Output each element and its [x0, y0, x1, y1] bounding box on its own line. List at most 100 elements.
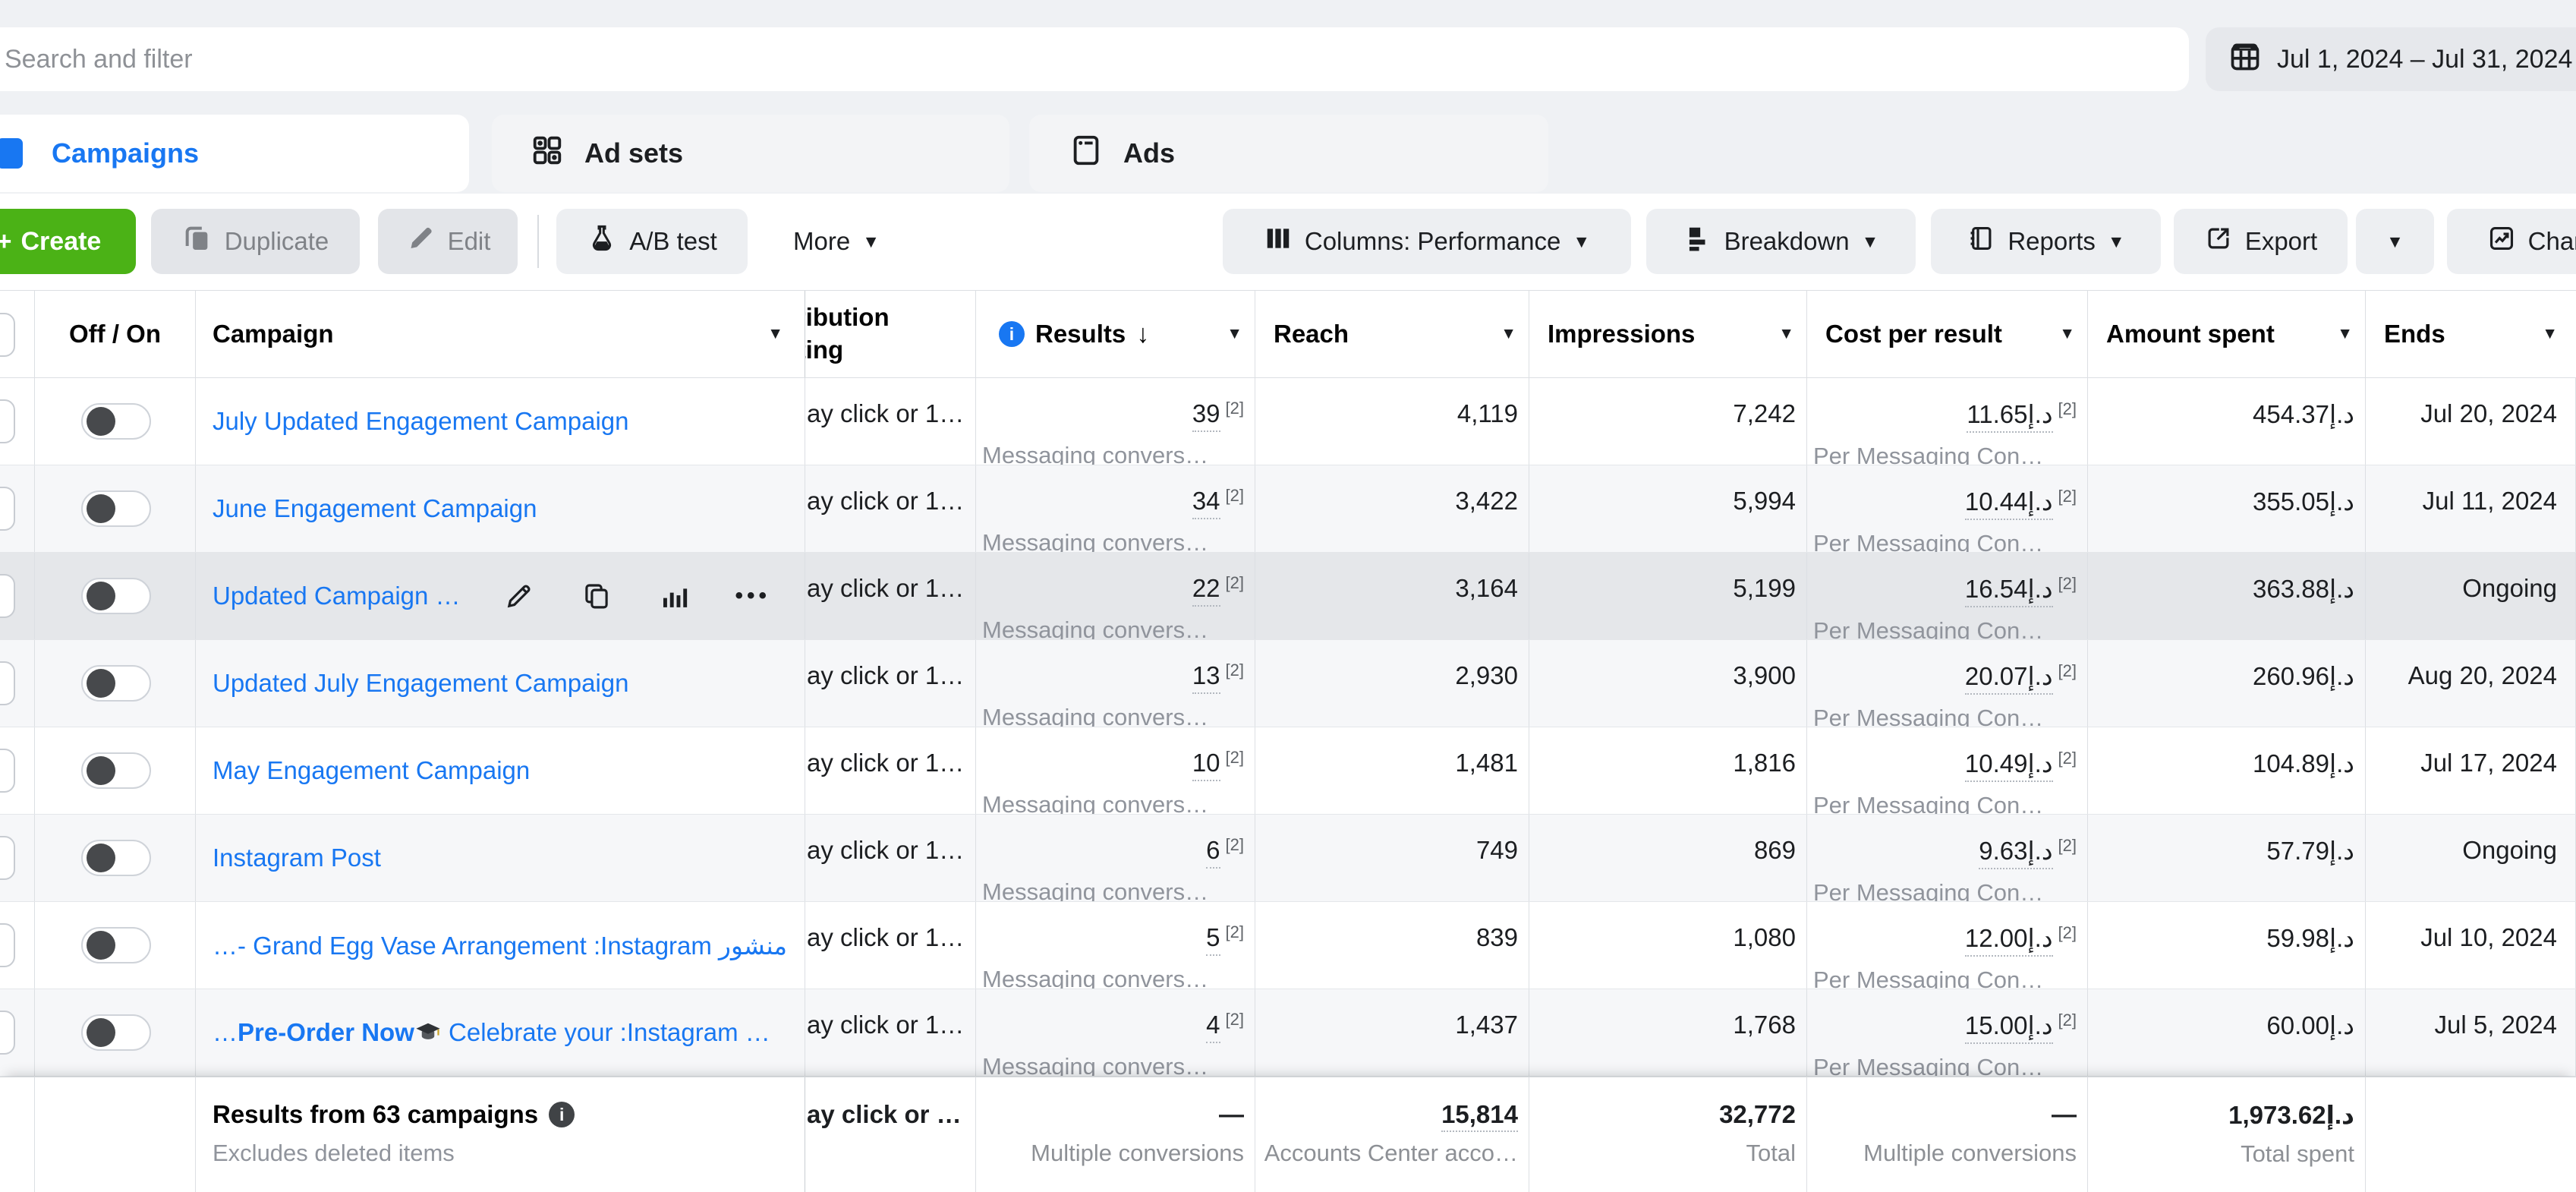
table-row: May Engagement Campaign ay click or 1… 1… — [0, 727, 2576, 815]
results-value[interactable]: 34 — [1192, 487, 1220, 519]
create-label: Create — [21, 227, 102, 257]
row-results-cell: 6[2] Messaging convers… — [976, 815, 1255, 901]
results-value[interactable]: 10 — [1192, 749, 1220, 781]
sort-caret-icon[interactable]: ▼ — [767, 325, 783, 343]
row-checkbox[interactable] — [0, 836, 15, 880]
summary-spent-cell: 1,973.62د.إ Total spent — [2088, 1077, 2366, 1192]
cost-value[interactable]: 15.00د.إ — [1965, 1011, 2053, 1044]
row-checkbox-cell[interactable] — [0, 553, 35, 639]
info-icon[interactable]: i — [549, 1102, 575, 1127]
sort-caret-icon[interactable]: ▼ — [2337, 325, 2353, 343]
campaign-off-toggle[interactable] — [81, 578, 151, 614]
campaign-off-toggle[interactable] — [81, 490, 151, 527]
sort-caret-icon[interactable]: ▼ — [2059, 325, 2075, 343]
cost-value[interactable]: 10.49د.إ — [1965, 749, 2053, 782]
row-checkbox[interactable] — [0, 923, 15, 967]
header-impressions[interactable]: Impressions▼ — [1529, 291, 1807, 377]
campaign-link[interactable]: Updated July Engagement Campaign — [213, 669, 629, 698]
row-checkbox-cell[interactable] — [0, 727, 35, 814]
campaign-link[interactable]: May Engagement Campaign — [213, 756, 530, 785]
ab-test-label: A/B test — [629, 227, 717, 256]
view-charts-icon[interactable] — [658, 580, 690, 612]
columns-button[interactable]: Columns: Performance ▼ — [1223, 209, 1631, 274]
header-amount-spent[interactable]: Amount spent▼ — [2088, 291, 2366, 377]
edit-pencil-icon[interactable] — [503, 580, 535, 612]
campaign-off-toggle[interactable] — [81, 752, 151, 789]
results-value[interactable]: 6 — [1206, 836, 1220, 869]
campaign-link[interactable]: Updated Campaign … — [213, 582, 461, 610]
search-placeholder: Search and filter — [5, 45, 193, 74]
more-button[interactable]: More ▼ — [776, 209, 897, 274]
cost-value[interactable]: 20.07د.إ — [1965, 661, 2053, 695]
row-checkbox-cell[interactable] — [0, 902, 35, 989]
select-all-checkbox[interactable] — [0, 313, 15, 357]
info-icon[interactable]: i — [999, 321, 1025, 347]
export-options-button[interactable]: ▼ — [2356, 209, 2434, 274]
charts-button[interactable]: Chart — [2447, 209, 2576, 274]
row-checkbox[interactable] — [0, 1011, 15, 1055]
sort-caret-icon[interactable]: ▼ — [1501, 325, 1516, 343]
row-checkbox[interactable] — [0, 399, 15, 443]
duplicate-button[interactable]: Duplicate — [151, 209, 360, 274]
chart-icon — [2487, 224, 2516, 259]
row-campaign-cell: …Pre-Order Now Celebrate your :Instagram… — [196, 989, 805, 1076]
results-value[interactable]: 4 — [1206, 1011, 1220, 1043]
sort-caret-icon[interactable]: ▼ — [1227, 325, 1242, 343]
header-attribution-setting[interactable]: Attribution setting — [805, 291, 976, 377]
export-icon — [2204, 224, 2233, 259]
row-checkbox-cell[interactable] — [0, 989, 35, 1076]
cost-value[interactable]: 16.54د.إ — [1965, 574, 2053, 607]
more-options-icon[interactable]: ••• — [735, 583, 771, 609]
cost-value[interactable]: 10.44د.إ — [1965, 487, 2053, 520]
tab-campaigns[interactable]: Campaigns — [0, 115, 469, 192]
search-input[interactable]: Search and filter — [0, 27, 2189, 91]
tab-ad-sets[interactable]: Ad sets — [492, 115, 1009, 192]
campaign-off-toggle[interactable] — [81, 840, 151, 876]
header-reach[interactable]: Reach▼ — [1255, 291, 1529, 377]
row-checkbox-cell[interactable] — [0, 815, 35, 901]
campaign-link[interactable]: Instagram Post — [213, 844, 381, 872]
row-checkbox[interactable] — [0, 749, 15, 793]
sort-caret-icon[interactable]: ▼ — [2542, 325, 2558, 343]
cost-value[interactable]: 12.00د.إ — [1965, 923, 2053, 957]
header-campaign[interactable]: Campaign ▼ — [196, 291, 805, 377]
tab-ads[interactable]: Ads — [1029, 115, 1548, 192]
campaign-off-toggle[interactable] — [81, 1014, 151, 1051]
header-ends[interactable]: Ends▼ — [2366, 291, 2576, 377]
results-value[interactable]: 22 — [1192, 574, 1220, 607]
reports-button[interactable]: Reports ▼ — [1931, 209, 2161, 274]
row-checkbox[interactable] — [0, 487, 15, 531]
campaign-link[interactable]: …- Grand Egg Vase Arrangement :Instagram… — [213, 931, 787, 960]
campaign-off-toggle[interactable] — [81, 927, 151, 963]
row-checkbox[interactable] — [0, 661, 15, 705]
ab-test-button[interactable]: A/B test — [556, 209, 748, 274]
header-off-on: Off / On — [35, 291, 196, 377]
header-results[interactable]: i Results ↓ ▼ — [976, 291, 1255, 377]
header-select-all[interactable] — [0, 291, 35, 377]
row-checkbox-cell[interactable] — [0, 378, 35, 465]
export-button[interactable]: Export — [2174, 209, 2348, 274]
results-value[interactable]: 13 — [1192, 661, 1220, 694]
row-attribution-cell: ay click or 1… — [805, 553, 976, 639]
campaign-link[interactable]: June Engagement Campaign — [213, 494, 537, 523]
row-checkbox[interactable] — [0, 574, 15, 618]
date-range-button[interactable]: Jul 1, 2024 – Jul 31, 2024 — [2206, 27, 2576, 91]
campaign-link[interactable]: …Pre-Order Now Celebrate your :Instagram… — [213, 1018, 770, 1047]
create-button[interactable]: + Create — [0, 209, 136, 274]
row-results-cell: 34[2] Messaging convers… — [976, 465, 1255, 552]
campaign-link[interactable]: July Updated Engagement Campaign — [213, 407, 629, 436]
campaign-off-toggle[interactable] — [81, 403, 151, 440]
cost-value[interactable]: 9.63د.إ — [1979, 836, 2052, 869]
cost-value[interactable]: 11.65د.إ — [1967, 399, 2052, 433]
row-checkbox-cell[interactable] — [0, 465, 35, 552]
results-value[interactable]: 5 — [1206, 923, 1220, 956]
campaign-off-toggle[interactable] — [81, 665, 151, 702]
row-campaign-cell: June Engagement Campaign — [196, 465, 805, 552]
row-checkbox-cell[interactable] — [0, 640, 35, 727]
edit-button[interactable]: Edit — [378, 209, 518, 274]
header-cost-per-result[interactable]: Cost per result▼ — [1807, 291, 2088, 377]
breakdown-button[interactable]: Breakdown ▼ — [1646, 209, 1916, 274]
sort-caret-icon[interactable]: ▼ — [1778, 325, 1794, 343]
duplicate-copy-icon[interactable] — [581, 580, 613, 612]
results-value[interactable]: 39 — [1192, 399, 1220, 432]
